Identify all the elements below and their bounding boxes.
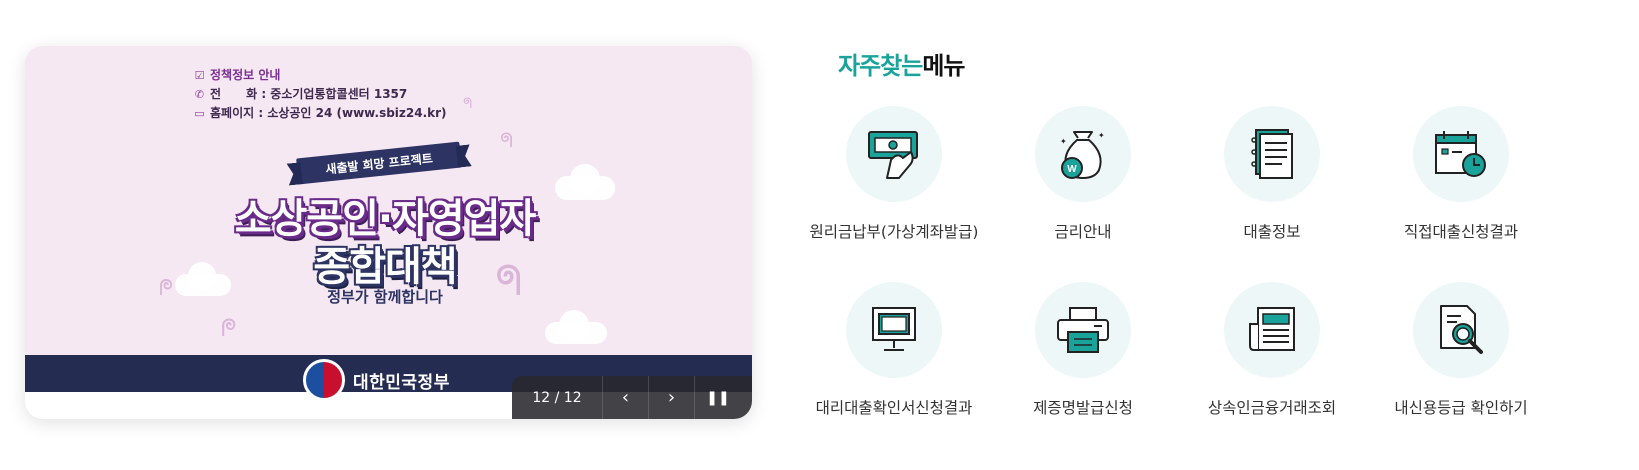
cloud-decoration — [559, 310, 589, 340]
document-icon — [1251, 129, 1293, 179]
info-title: 정책정보 안내 — [210, 68, 281, 82]
quick-menu-label: 대리대출확인서신청결과 — [815, 399, 973, 417]
quick-menu-label: 원리금납부(가상계좌발급) — [809, 223, 979, 241]
quick-menu-title: 자주찾는메뉴 — [838, 46, 966, 81]
quick-menu-label: 금리안내 — [1054, 223, 1112, 241]
banner-headline-line2: 종합대책 — [313, 244, 457, 290]
phone-text: 전 화 : 중소기업통합콜센터 1357 — [210, 87, 408, 101]
next-slide-button[interactable]: › — [649, 376, 695, 419]
icon-circle — [846, 106, 942, 202]
svg-text:✦: ✦ — [1060, 137, 1067, 146]
icon-circle — [846, 282, 942, 378]
pause-slide-button[interactable]: ❚❚ — [695, 376, 741, 419]
icon-circle — [1224, 106, 1320, 202]
calendar-clock-icon — [1435, 131, 1486, 177]
banner-slider[interactable]: ᖗ ᖗ ᖗ ᖘ ᖘ ☑ 정책정보 안내 ✆ 전 화 : 중소기업통합콜센터 1357… — [25, 46, 752, 419]
quick-menu-title-rest: 메뉴 — [922, 52, 965, 80]
phone-icon: ✆ — [194, 88, 205, 101]
prev-slide-button[interactable]: ‹ — [603, 376, 649, 419]
taegeuk-icon — [303, 359, 345, 401]
quick-menu-item-inheritance[interactable]: 상속인금융거래조회 — [1172, 282, 1372, 418]
bird-decoration: ᖘ — [221, 314, 237, 342]
banner-tagline: 정부가 함께합니다 — [327, 288, 443, 306]
printer-icon — [1057, 307, 1109, 353]
checkbox-icon: ☑ — [194, 69, 205, 82]
quick-menu-item-payment[interactable]: 원리금납부(가상계좌발급) — [794, 106, 994, 242]
icon-circle — [1035, 282, 1131, 378]
quick-menu-item-interest[interactable]: W ✦ ✦ 금리안내 — [983, 106, 1183, 242]
quick-menu-item-loan-info[interactable]: 대출정보 — [1172, 106, 1372, 242]
quick-menu-item-credit-rating[interactable]: 내신용등급 확인하기 — [1361, 282, 1561, 418]
slide-counter: 12 / 12 — [512, 376, 603, 419]
quick-menu-item-direct-loan-result[interactable]: 직접대출신청결과 — [1361, 106, 1561, 242]
quick-menu-label: 직접대출신청결과 — [1403, 223, 1519, 241]
newspaper-icon — [1249, 307, 1295, 351]
government-logo: 대한민국정부 — [303, 359, 450, 401]
svg-text:✦: ✦ — [1098, 131, 1105, 140]
chevron-left-icon: ‹ — [621, 387, 630, 408]
slider-controls: 12 / 12 ‹ › ❚❚ — [512, 376, 752, 419]
quick-menu-label: 대출정보 — [1243, 223, 1301, 241]
icon-circle — [1224, 282, 1320, 378]
quick-menu-label: 내신용등급 확인하기 — [1394, 399, 1528, 417]
chevron-right-icon: › — [667, 387, 676, 408]
quick-menu-label: 제증명발급신청 — [1033, 399, 1133, 417]
monitor-icon — [872, 307, 916, 351]
document-search-icon — [1440, 305, 1483, 354]
money-hand-icon — [868, 131, 918, 179]
banner-slide[interactable]: ᖗ ᖗ ᖗ ᖘ ᖘ ☑ 정책정보 안내 ✆ 전 화 : 중소기업통합콜센터 1357… — [25, 46, 752, 419]
icon-circle — [1413, 282, 1509, 378]
quick-menu-label: 상속인금융거래조회 — [1207, 399, 1337, 417]
money-bag-icon: W ✦ ✦ — [1060, 131, 1105, 180]
quick-menu-item-agency-loan-result[interactable]: 대리대출확인서신청결과 — [794, 282, 994, 418]
icon-circle: W ✦ ✦ — [1035, 106, 1131, 202]
pause-icon: ❚❚ — [706, 389, 730, 406]
icon-circle — [1413, 106, 1509, 202]
policy-info: ☑ 정책정보 안내 ✆ 전 화 : 중소기업통합콜센터 1357 ▭ 홈페이지 : 소… — [193, 66, 447, 123]
homepage-text: 홈페이지 : 소상공인 24 (www.sbiz24.kr) — [210, 106, 447, 120]
quick-menu-title-accent: 자주찾는 — [838, 52, 923, 80]
quick-menu-item-certificate[interactable]: 제증명발급신청 — [983, 282, 1183, 418]
project-ribbon: 새출발 희망 프로젝트 — [296, 141, 462, 185]
laptop-icon: ▭ — [194, 107, 205, 120]
government-name: 대한민국정부 — [353, 372, 450, 393]
bird-decoration: ᖗ — [463, 96, 473, 112]
bird-decoration: ᖗ — [500, 128, 513, 152]
svg-text:W: W — [1067, 164, 1077, 175]
